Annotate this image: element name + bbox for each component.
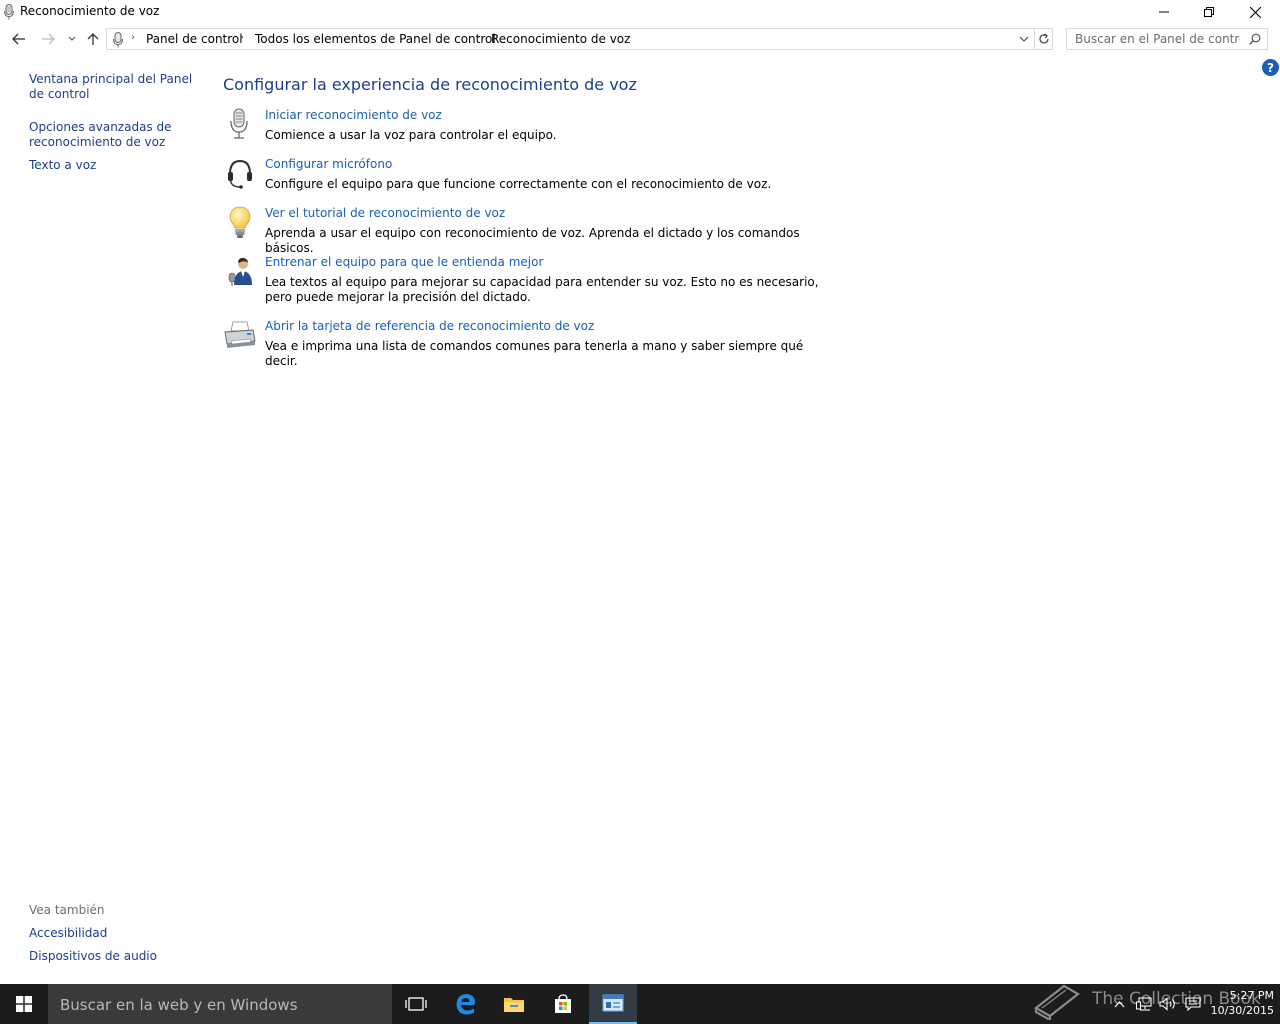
left-link-opciones-avanzadas[interactable]: Opciones avanzadas de reconocimiento de … xyxy=(29,120,199,150)
lightbulb-icon xyxy=(229,206,251,238)
breadcrumb-separator-icon[interactable]: › xyxy=(476,32,480,43)
notification-icon xyxy=(1185,997,1201,1011)
watermark-book-logo xyxy=(1034,984,1080,1020)
forward-arrow-icon xyxy=(42,33,55,45)
clock-time: 5:27 PM xyxy=(1229,989,1274,1002)
restore-button[interactable] xyxy=(1186,0,1232,24)
action-center-button[interactable] xyxy=(1183,984,1203,1024)
address-history-button[interactable] xyxy=(1015,29,1033,49)
control-panel-icon xyxy=(602,994,624,1012)
network-icon xyxy=(1136,997,1152,1011)
breadcrumb-todos-los-elementos[interactable]: Todos los elementos de Panel de control xyxy=(255,32,496,46)
see-also-section: Vea también Accesibilidad Dispositivos d… xyxy=(29,903,199,972)
refresh-button[interactable] xyxy=(1035,28,1053,50)
taskbar-search-placeholder: Buscar en la web y en Windows xyxy=(60,996,298,1014)
task-link-configurar-microfono[interactable]: Configurar micrófono xyxy=(265,157,392,171)
search-icon[interactable] xyxy=(1249,33,1261,45)
page-title: Configurar la experiencia de reconocimie… xyxy=(223,75,637,94)
task-view-button[interactable] xyxy=(392,984,440,1024)
taskbar: Buscar en la web y en Windows The Collec… xyxy=(0,984,1280,1024)
chevron-down-icon xyxy=(68,36,76,41)
task-desc-entrenar-equipo: Lea textos al equipo para mejorar su cap… xyxy=(265,275,819,304)
windows-logo-icon xyxy=(16,996,32,1012)
see-also-dispositivos-audio[interactable]: Dispositivos de audio xyxy=(29,949,199,964)
minimize-icon xyxy=(1159,11,1169,13)
clock-date: 10/30/2015 xyxy=(1210,1004,1274,1017)
microphone-icon xyxy=(113,32,123,48)
refresh-icon xyxy=(1038,33,1049,44)
left-pane: Ventana principal del Panel de control O… xyxy=(29,72,199,191)
forward-button[interactable] xyxy=(38,30,58,48)
breadcrumb-panel-de-control[interactable]: Panel de control xyxy=(146,32,243,46)
task-desc-abrir-tarjeta: Vea e imprima una lista de comandos comu… xyxy=(265,339,804,368)
close-icon xyxy=(1249,6,1261,18)
title-bar: Reconocimiento de voz xyxy=(0,0,1280,24)
microphone-icon xyxy=(230,108,248,139)
back-button[interactable] xyxy=(9,30,29,48)
recent-locations-button[interactable] xyxy=(62,30,82,48)
control-panel-taskbar-button[interactable] xyxy=(589,984,637,1024)
see-also-accesibilidad[interactable]: Accesibilidad xyxy=(29,926,199,941)
taskbar-search-box[interactable]: Buscar en la web y en Windows xyxy=(48,984,392,1024)
store-button[interactable] xyxy=(539,984,587,1024)
user-training-icon xyxy=(228,257,252,286)
task-desc-iniciar-reconocimiento: Comience a usar la voz para controlar el… xyxy=(265,128,557,142)
taskbar-clock[interactable]: 5:27 PM 10/30/2015 xyxy=(1208,988,1274,1018)
breadcrumb-separator-icon[interactable]: › xyxy=(131,32,135,43)
store-bag-icon xyxy=(555,994,571,1013)
task-link-entrenar-equipo[interactable]: Entrenar el equipo para que le entienda … xyxy=(265,255,543,269)
task-link-iniciar-reconocimiento[interactable]: Iniciar reconocimiento de voz xyxy=(265,108,442,122)
task-view-icon xyxy=(405,997,427,1011)
microphone-icon xyxy=(4,4,14,20)
task-link-abrir-tarjeta[interactable]: Abrir la tarjeta de referencia de recono… xyxy=(265,319,594,333)
search-box[interactable] xyxy=(1066,28,1268,50)
edge-icon xyxy=(456,994,475,1015)
address-bar[interactable]: › Panel de control › Todos los elementos… xyxy=(106,28,1035,50)
back-arrow-icon xyxy=(12,33,25,45)
window-title: Reconocimiento de voz xyxy=(20,4,160,18)
task-desc-ver-tutorial: Aprenda a usar el equipo con reconocimie… xyxy=(265,226,800,255)
edge-browser-button[interactable] xyxy=(442,984,490,1024)
restore-icon xyxy=(1204,7,1214,17)
search-input[interactable] xyxy=(1075,32,1240,46)
file-explorer-button[interactable] xyxy=(490,984,538,1024)
chevron-up-icon xyxy=(1114,1000,1124,1007)
help-button[interactable]: ? xyxy=(1262,59,1279,76)
folder-icon xyxy=(504,998,524,1012)
minimize-button[interactable] xyxy=(1141,0,1187,24)
chevron-down-icon xyxy=(1019,36,1029,42)
left-link-texto-a-voz[interactable]: Texto a voz xyxy=(29,158,199,173)
close-button[interactable] xyxy=(1232,0,1278,24)
start-button[interactable] xyxy=(0,984,48,1024)
task-desc-configurar-microfono: Configure el equipo para que funcione co… xyxy=(265,177,772,191)
show-hidden-icons-button[interactable] xyxy=(1110,984,1128,1024)
network-button[interactable] xyxy=(1134,984,1154,1024)
printer-icon xyxy=(224,321,256,348)
up-button[interactable] xyxy=(83,30,103,48)
speaker-icon xyxy=(1159,997,1175,1011)
volume-button[interactable] xyxy=(1158,984,1178,1024)
breadcrumb-reconocimiento-de-voz[interactable]: Reconocimiento de voz xyxy=(491,32,630,46)
left-link-panel-principal[interactable]: Ventana principal del Panel de control xyxy=(29,72,199,102)
up-arrow-icon xyxy=(87,33,99,45)
headset-icon xyxy=(228,159,252,189)
breadcrumb-separator-icon[interactable]: › xyxy=(240,32,244,43)
help-icon: ? xyxy=(1267,60,1274,75)
task-link-ver-tutorial[interactable]: Ver el tutorial de reconocimiento de voz xyxy=(265,206,505,220)
see-also-title: Vea también xyxy=(29,903,105,917)
